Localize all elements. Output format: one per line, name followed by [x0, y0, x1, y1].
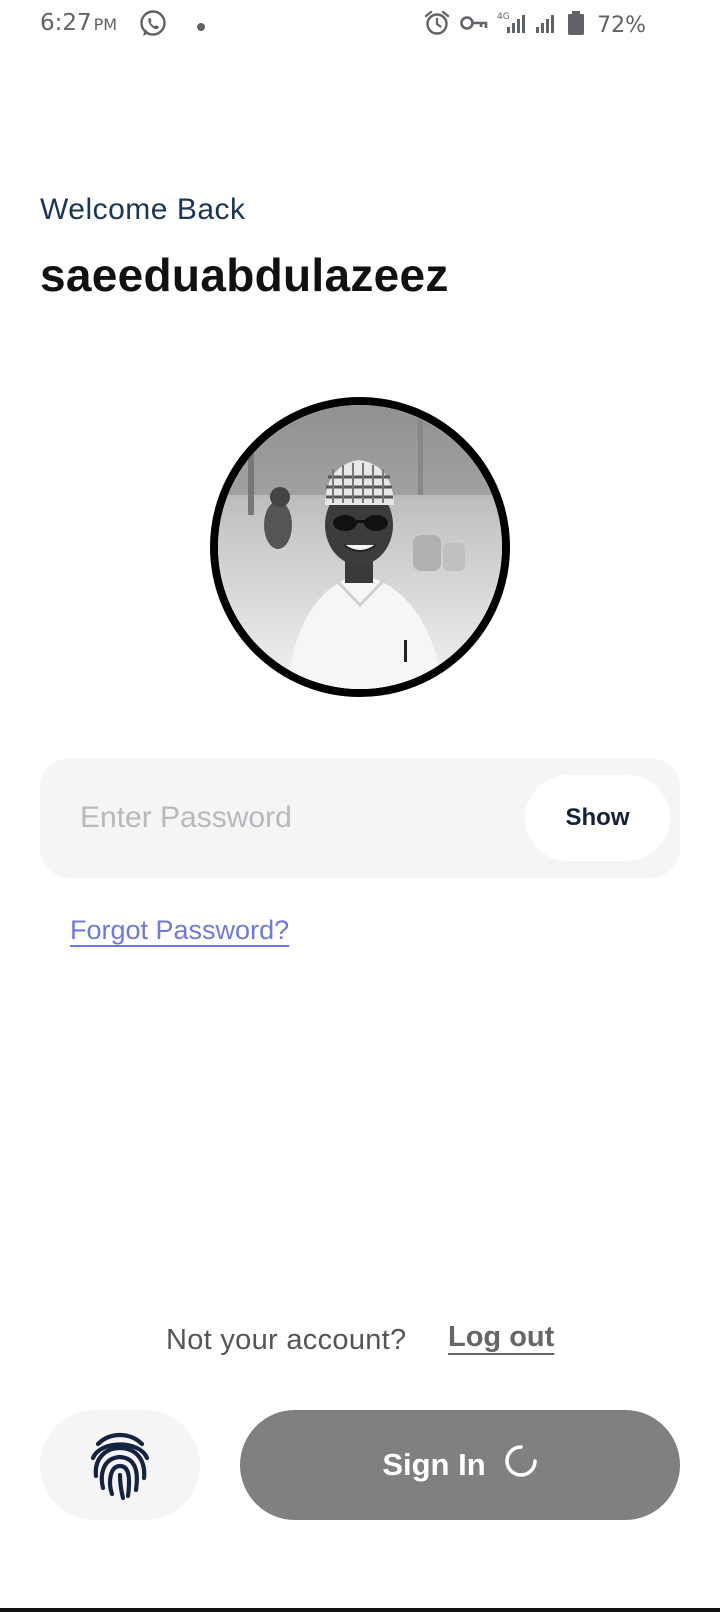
- loading-spinner-icon: [504, 1444, 538, 1486]
- profile-avatar: [210, 397, 510, 697]
- bottom-divider: [0, 1608, 720, 1612]
- password-field-container: Show: [40, 758, 680, 878]
- system-icons: 4G 72%: [423, 9, 646, 41]
- password-input[interactable]: [80, 788, 500, 848]
- fingerprint-button[interactable]: [40, 1410, 200, 1520]
- dot-icon: [196, 17, 206, 36]
- logout-link[interactable]: Log out: [448, 1321, 554, 1354]
- forgot-password-link[interactable]: Forgot Password?: [70, 915, 289, 946]
- sign-in-label: Sign In: [382, 1447, 486, 1482]
- alarm-icon: [423, 9, 451, 41]
- not-your-account-text: Not your account?: [166, 1324, 407, 1356]
- network-type: 4G: [497, 12, 510, 22]
- login-screen: 6:27 PM 4G 72% Welcome Back saeeduabdula…: [0, 0, 720, 1612]
- clock-ampm: PM: [93, 15, 118, 34]
- whatsapp-icon: [138, 9, 168, 43]
- clock-time: 6:27: [40, 10, 92, 36]
- avatar-photo: [218, 405, 502, 689]
- fingerprint-icon: [88, 1428, 152, 1503]
- show-password-button[interactable]: Show: [525, 775, 670, 861]
- sign-in-button[interactable]: Sign In: [240, 1410, 680, 1520]
- status-bar: 6:27 PM 4G 72%: [0, 0, 720, 52]
- notification-icons: [138, 9, 206, 43]
- status-time: 6:27 PM: [40, 10, 117, 36]
- signal-icon: 4G: [497, 9, 527, 41]
- welcome-text: Welcome Back: [40, 193, 246, 226]
- signal-icon: [535, 9, 559, 41]
- username-title: saeeduabdulazeez: [40, 249, 449, 301]
- battery-icon: [567, 9, 585, 41]
- battery-percentage: 72%: [597, 12, 646, 38]
- vpn-key-icon: [459, 9, 489, 41]
